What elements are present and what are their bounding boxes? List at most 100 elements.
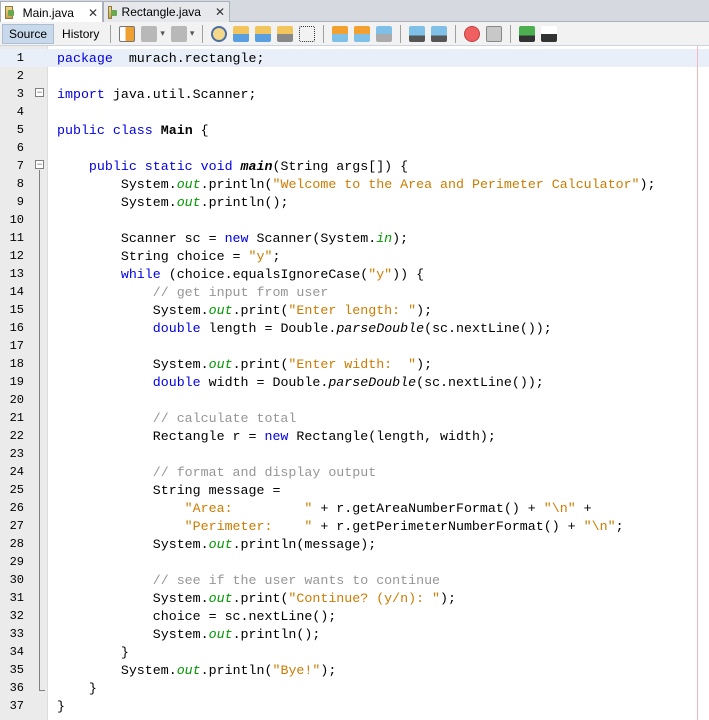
- previous-bookmark-icon[interactable]: [332, 25, 349, 42]
- start-macro-icon[interactable]: [464, 25, 481, 42]
- toggle-bookmark-icon[interactable]: [376, 25, 393, 42]
- code-line: 34 }: [0, 643, 709, 661]
- code-line: 15 System.out.print("Enter length: ");: [0, 301, 709, 319]
- separator: [455, 24, 457, 43]
- code-token: );: [416, 302, 433, 318]
- tab-main-java[interactable]: Main.java ✕: [0, 1, 103, 23]
- code-line: 4: [0, 103, 709, 121]
- keyword-token: while: [120, 266, 161, 282]
- line-number: 19: [9, 375, 24, 389]
- code-token: );: [320, 662, 337, 678]
- code-token: );: [639, 176, 656, 192]
- separator: [202, 24, 204, 43]
- uncomment-icon[interactable]: [541, 25, 558, 42]
- line-number: 29: [9, 555, 24, 569]
- code-line: 5 public class Main {: [0, 121, 709, 139]
- separator: [510, 24, 512, 43]
- code-line: 37}: [0, 697, 709, 715]
- close-icon[interactable]: ✕: [215, 5, 225, 19]
- code-line: 7 public static void main(String args[])…: [0, 157, 709, 175]
- code-token: Rectangle r =: [57, 428, 265, 444]
- line-number: 36: [9, 681, 24, 695]
- comment-icon[interactable]: [519, 25, 536, 42]
- string-token: "\n": [543, 500, 576, 516]
- code-line: 28 System.out.println(message);: [0, 535, 709, 553]
- code-text: String choice = "y";: [57, 249, 281, 264]
- code-token: width = Double.: [200, 374, 329, 390]
- find-previous-icon[interactable]: [233, 25, 250, 42]
- fold-guide-line: [39, 170, 40, 690]
- code-token: parseDouble: [328, 374, 417, 390]
- java-file-icon: [5, 6, 14, 19]
- code-text: System.out.println("Welcome to the Area …: [57, 177, 656, 192]
- line-number: 18: [9, 357, 24, 371]
- code-editor[interactable]: 1 package murach.rectangle; 2 3 import java.…: [0, 46, 709, 720]
- tab-label: Main.java: [22, 5, 74, 20]
- code-text: System.out.println();: [57, 626, 321, 642]
- forward-icon[interactable]: [170, 25, 187, 42]
- stop-macro-icon[interactable]: [486, 25, 503, 42]
- line-number: 16: [9, 321, 24, 335]
- dropdown-arrow-icon[interactable]: ▾: [160, 28, 165, 39]
- code-token: {: [192, 122, 209, 138]
- code-token: (choice.equalsIgnoreCase(: [160, 266, 369, 282]
- code-token: .println();: [232, 626, 321, 642]
- line-number: 5: [16, 123, 24, 137]
- toggle-rectangular-selection-icon[interactable]: [299, 25, 316, 42]
- code-token: )) {: [392, 266, 425, 282]
- code-text: // see if the user wants to continue: [57, 573, 440, 588]
- toggle-highlight-icon[interactable]: [277, 25, 294, 42]
- comment-token: // calculate total: [152, 410, 297, 426]
- dropdown-arrow-icon[interactable]: ▾: [190, 28, 195, 39]
- code-line: 11 Scanner sc = new Scanner(System.in);: [0, 229, 709, 247]
- next-bookmark-icon[interactable]: [354, 25, 371, 42]
- shift-left-icon[interactable]: [409, 25, 426, 42]
- last-edit-icon[interactable]: [119, 25, 136, 42]
- source-tab-button[interactable]: Source: [2, 23, 55, 44]
- code-token: .println(: [200, 662, 273, 678]
- fold-collapse-icon[interactable]: −: [35, 160, 44, 169]
- string-token: "Enter length: ": [288, 302, 417, 318]
- code-line: 9 System.out.println();: [0, 193, 709, 211]
- field-token: out: [176, 662, 201, 678]
- code-text: System.out.print("Enter length: ");: [57, 303, 432, 318]
- keyword-token: public class: [57, 122, 153, 138]
- code-line: 20: [0, 391, 709, 409]
- back-icon[interactable]: [141, 25, 158, 42]
- field-token: out: [176, 194, 201, 210]
- code-token: (sc.nextLine());: [424, 320, 552, 336]
- history-tab-button[interactable]: History: [56, 24, 105, 44]
- line-number: 11: [9, 231, 24, 245]
- find-selection-icon[interactable]: [211, 25, 228, 42]
- editor-tab-bar: Main.java ✕ Rectangle.java ✕: [0, 0, 709, 23]
- shift-right-icon[interactable]: [431, 25, 448, 42]
- field-token: out: [176, 176, 201, 192]
- keyword-token: new: [264, 428, 289, 444]
- string-token: "Bye!": [272, 662, 321, 678]
- code-line: 8 System.out.println("Welcome to the Are…: [0, 175, 709, 193]
- close-icon[interactable]: ✕: [88, 6, 98, 20]
- fold-collapse-icon[interactable]: −: [35, 88, 44, 97]
- comment-token: // format and display output: [152, 464, 377, 480]
- find-next-icon[interactable]: [255, 25, 272, 42]
- code-token: parseDouble: [336, 320, 425, 336]
- string-token: "\n": [583, 518, 616, 534]
- code-line: 3 import java.util.Scanner;: [0, 85, 709, 103]
- java-file-icon: [108, 5, 116, 19]
- code-token: length = Double.: [200, 320, 337, 336]
- line-number: 22: [9, 429, 24, 443]
- code-token: .println(: [200, 176, 273, 192]
- line-number: 32: [9, 609, 24, 623]
- code-line: 21 // calculate total: [0, 409, 709, 427]
- right-margin-line: [697, 46, 698, 720]
- field-token: out: [208, 590, 233, 606]
- separator: [110, 24, 112, 43]
- tab-rectangle-java[interactable]: Rectangle.java ✕: [103, 1, 230, 22]
- keyword-token: package: [57, 50, 113, 66]
